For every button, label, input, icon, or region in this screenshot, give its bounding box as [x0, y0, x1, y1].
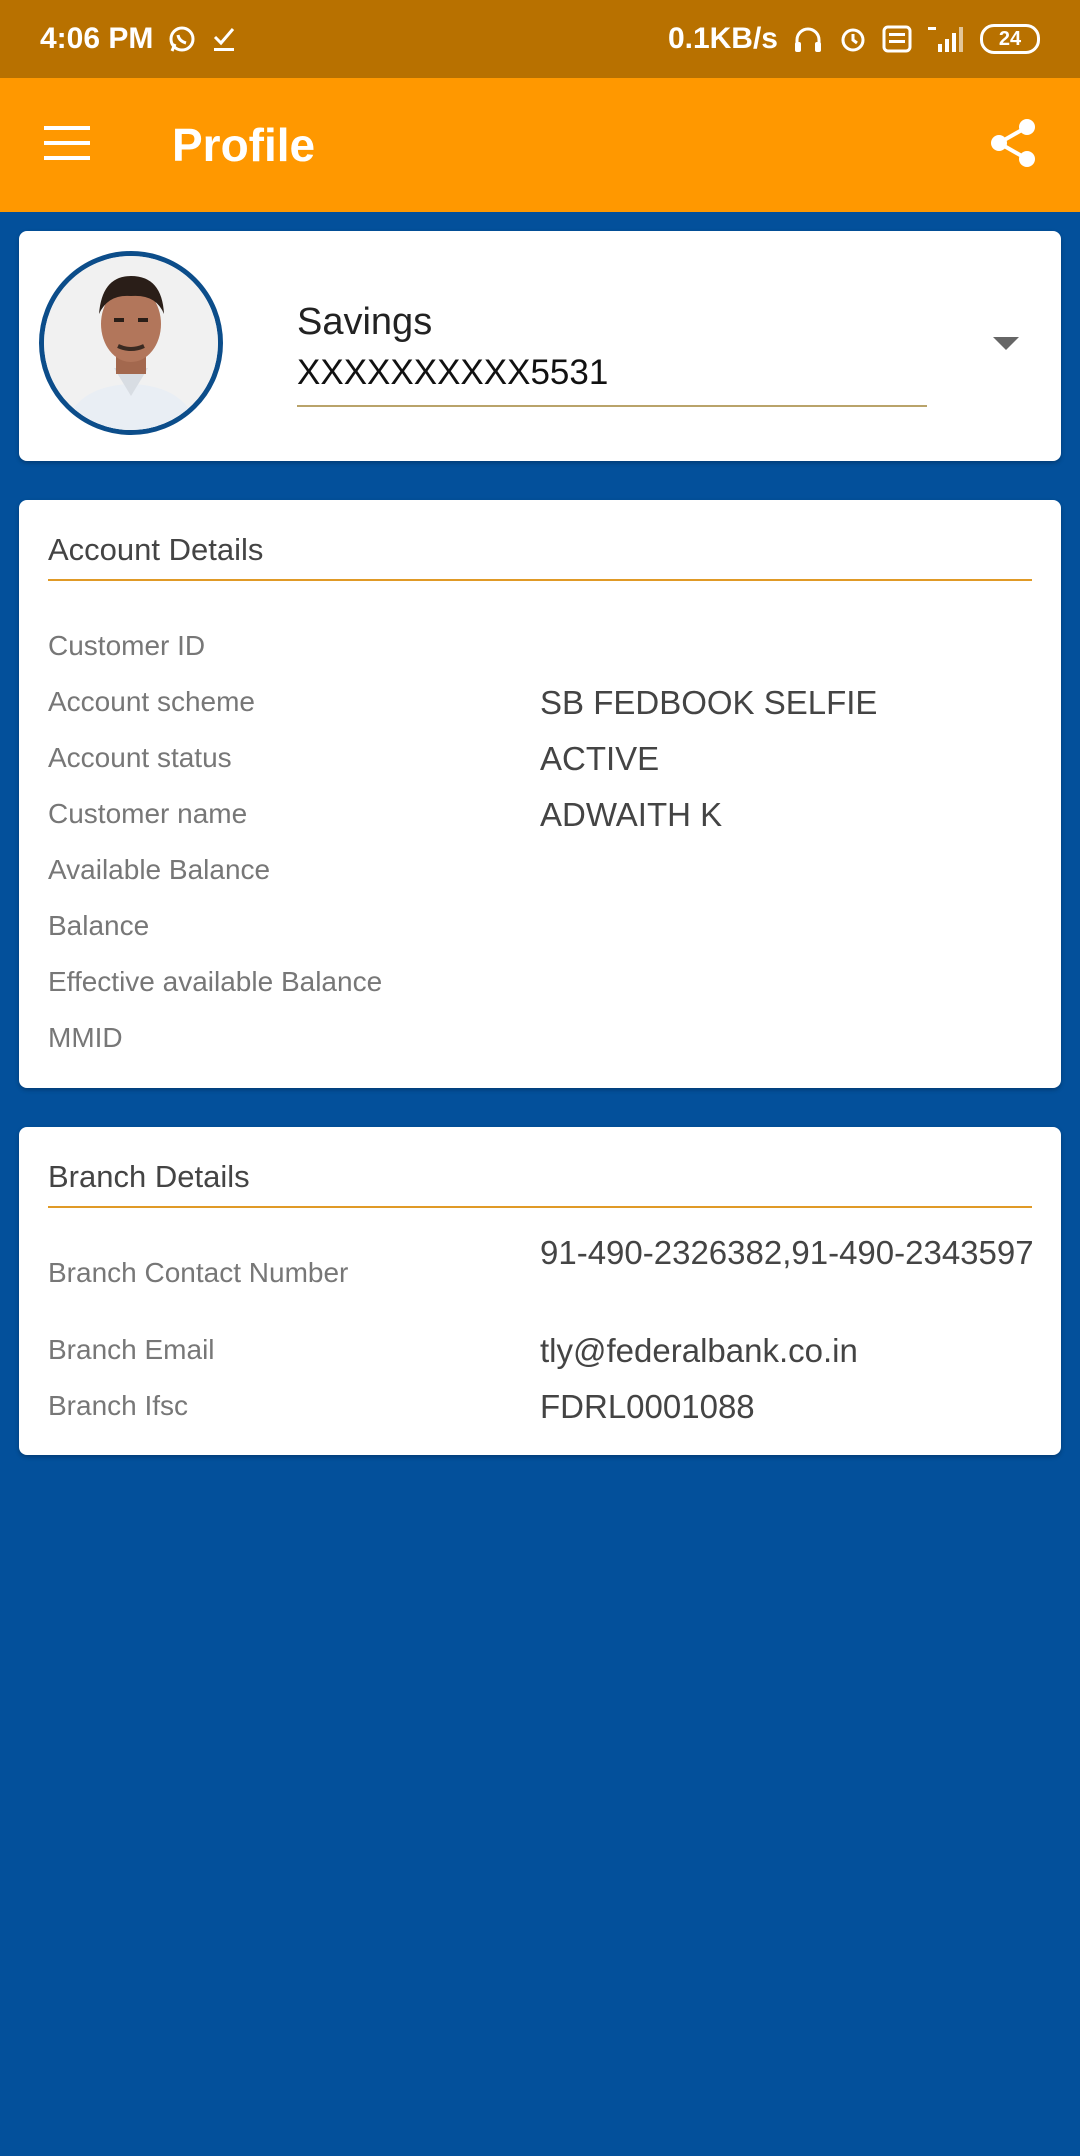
- label-branch-contact-number: Branch Contact Number: [48, 1257, 349, 1288]
- share-icon: [989, 118, 1037, 173]
- value-account-status: ACTIVE: [540, 740, 660, 777]
- value-branch-contact-number: 91-490-2326382,91-490-2343597: [540, 1234, 1034, 1271]
- hamburger-menu-icon: [44, 125, 90, 165]
- label-branch-email: Branch Email: [48, 1334, 215, 1365]
- volte-icon: [882, 25, 912, 53]
- account-details-card: Account Details Customer ID Account sche…: [19, 500, 1061, 1088]
- whatsapp-icon: [167, 24, 197, 54]
- app-bar: Profile: [0, 78, 1080, 212]
- status-bar: 4:06 PM 0.1KB/s 24: [0, 0, 1080, 78]
- section-divider: [48, 579, 1032, 581]
- alarm-icon: [838, 24, 868, 54]
- account-type: Savings: [297, 301, 433, 343]
- value-branch-ifsc: FDRL0001088: [540, 1388, 755, 1425]
- label-customer-id: Customer ID: [48, 630, 206, 661]
- account-select-underline: [297, 405, 927, 407]
- account-number[interactable]: XXXXXXXXXX5531: [297, 353, 608, 393]
- headphones-icon: [792, 24, 824, 54]
- section-divider: [48, 1206, 1032, 1208]
- label-account-status: Account status: [48, 742, 232, 773]
- account-selector-card: Savings XXXXXXXXXX5531: [19, 231, 1061, 461]
- branch-details-title: Branch Details: [48, 1159, 250, 1194]
- label-account-scheme: Account scheme: [48, 686, 255, 717]
- battery-icon: 24: [980, 24, 1040, 54]
- account-details-title: Account Details: [48, 532, 264, 567]
- page-title: Profile: [172, 119, 316, 171]
- status-time: 4:06 PM: [40, 22, 154, 55]
- download-done-icon: [211, 25, 237, 53]
- network-speed: 0.1KB/s: [667, 22, 778, 55]
- label-mmid: MMID: [48, 1022, 123, 1053]
- label-balance: Balance: [48, 910, 150, 941]
- dropdown-arrow-icon[interactable]: [993, 337, 1019, 350]
- avatar: [39, 251, 223, 435]
- label-available-balance: Available Balance: [48, 854, 271, 885]
- value-customer-name: ADWAITH K: [540, 796, 723, 833]
- menu-button[interactable]: [0, 78, 134, 212]
- branch-details-card: Branch Details Branch Contact Number 91-…: [19, 1127, 1061, 1455]
- label-effective-available-balance: Effective available Balance: [48, 966, 383, 997]
- signal-icon: [926, 24, 966, 54]
- label-branch-ifsc: Branch Ifsc: [48, 1390, 189, 1421]
- value-branch-email: tly@federalbank.co.in: [540, 1332, 858, 1369]
- share-button[interactable]: [946, 78, 1080, 212]
- value-account-scheme: SB FEDBOOK SELFIE: [540, 684, 878, 721]
- label-customer-name: Customer name: [48, 798, 248, 829]
